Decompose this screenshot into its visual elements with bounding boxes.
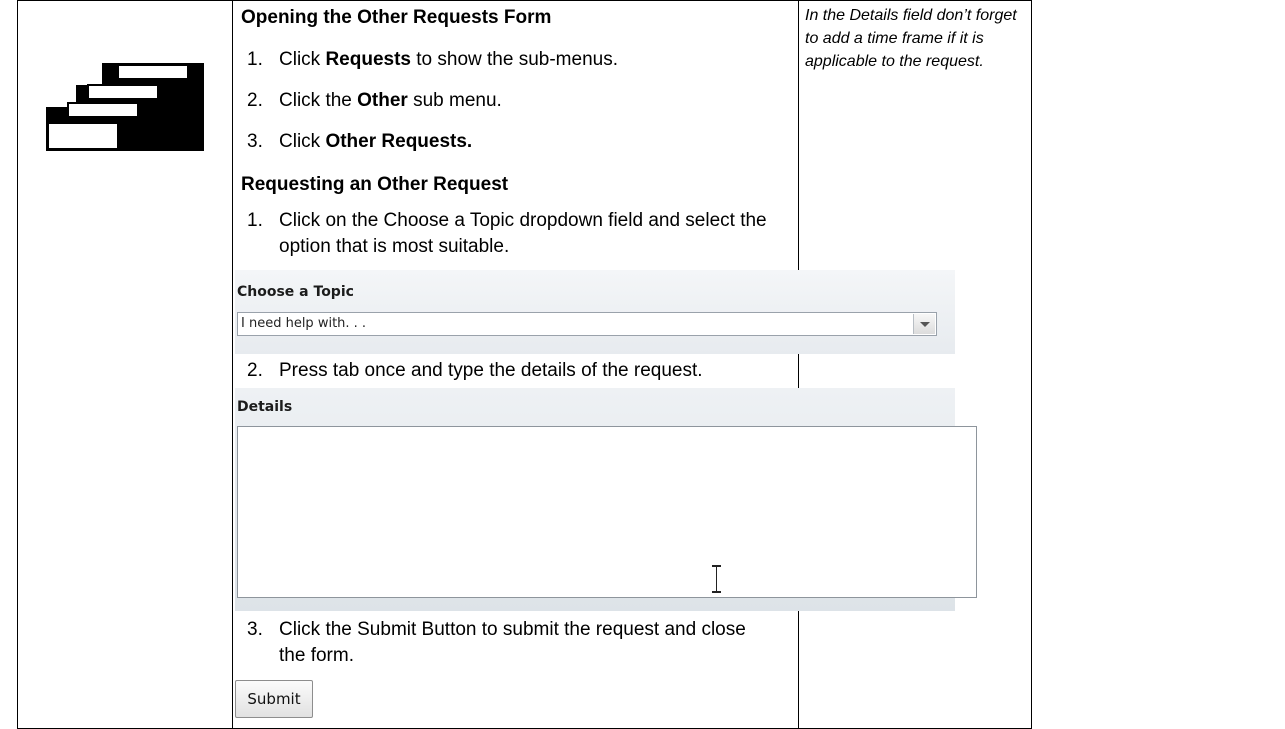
list-item: 1. Click Requests to show the sub-menus. bbox=[247, 49, 618, 70]
topic-panel: Choose a Topic I need help with. . . bbox=[235, 270, 955, 354]
details-panel: Details bbox=[235, 388, 977, 611]
staircase-steps-icon bbox=[46, 63, 204, 151]
instructions-cell: Opening the Other Requests Form 1. Click … bbox=[232, 0, 977, 729]
icon-cell bbox=[17, 0, 233, 729]
list-item: 1. Click on the Choose a Topic dropdown f… bbox=[247, 210, 767, 257]
section-heading: Requesting an Other Request bbox=[241, 174, 509, 195]
tip-note: In the Details field don’t forget to add… bbox=[805, 7, 1017, 70]
note-cell: In the Details field don’t forget to add… bbox=[798, 0, 1032, 729]
submit-button[interactable]: Submit bbox=[235, 680, 313, 718]
chevron-down-icon[interactable] bbox=[913, 314, 935, 334]
list-item: 2. Press tab once and type the details of… bbox=[247, 360, 703, 381]
list-item: 3. Click Other Requests. bbox=[247, 131, 473, 152]
list-item: 3. Click the Submit Button to submit the … bbox=[247, 619, 746, 666]
list-item: 2. Click the Other sub menu. bbox=[247, 90, 502, 111]
text-cursor-icon bbox=[712, 565, 722, 593]
topic-value: I need help with. . . bbox=[241, 316, 367, 331]
instruction-table: Opening the Other Requests Form 1. Click … bbox=[17, 0, 1032, 729]
topic-dropdown[interactable]: I need help with. . . bbox=[237, 312, 937, 336]
topic-label: Choose a Topic bbox=[237, 284, 354, 300]
section-heading: Opening the Other Requests Form bbox=[241, 7, 552, 28]
details-label: Details bbox=[237, 399, 293, 415]
details-textarea[interactable] bbox=[237, 426, 977, 598]
